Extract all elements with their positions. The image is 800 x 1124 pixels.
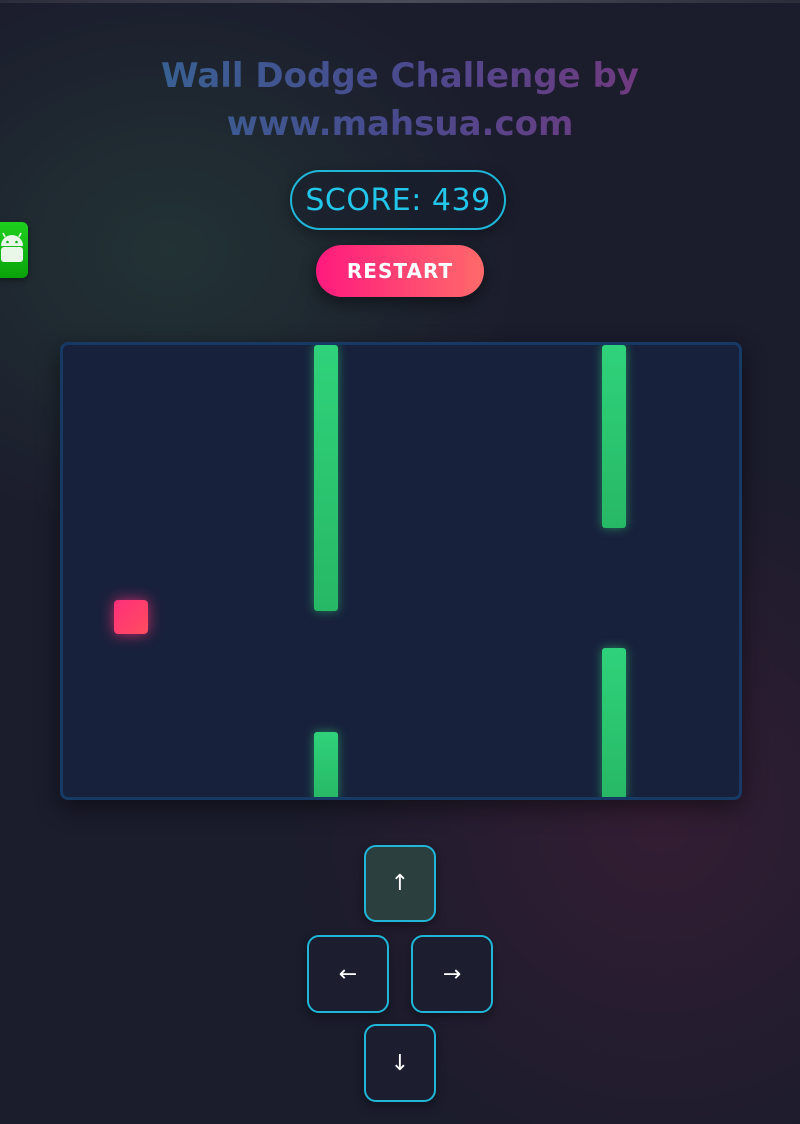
game-board[interactable]	[60, 342, 742, 800]
up-button[interactable]: ↑	[364, 845, 436, 922]
wall-bottom-1	[314, 732, 338, 797]
arrow-right-icon: →	[442, 961, 462, 987]
arrow-left-icon: ←	[338, 961, 358, 987]
android-app-tab[interactable]	[0, 222, 28, 278]
score-label: SCORE: 439	[305, 182, 491, 218]
title-line-2: www.mahsua.com	[226, 104, 574, 144]
top-divider	[0, 0, 800, 3]
wall-top-2	[602, 345, 626, 528]
score-display: SCORE: 439	[290, 170, 506, 230]
player-square	[114, 600, 148, 634]
down-button[interactable]: ↓	[364, 1024, 436, 1102]
left-button[interactable]: ←	[307, 935, 389, 1013]
wall-bottom-2	[602, 648, 626, 797]
page-title: Wall Dodge Challenge by www.mahsua.com	[0, 52, 800, 148]
arrow-up-icon: ↑	[390, 871, 410, 896]
arrow-down-icon: ↓	[390, 1050, 410, 1076]
restart-button[interactable]: RESTART	[316, 245, 484, 297]
title-line-1: Wall Dodge Challenge by	[161, 56, 639, 96]
right-button[interactable]: →	[411, 935, 493, 1013]
wall-top-1	[314, 345, 338, 611]
